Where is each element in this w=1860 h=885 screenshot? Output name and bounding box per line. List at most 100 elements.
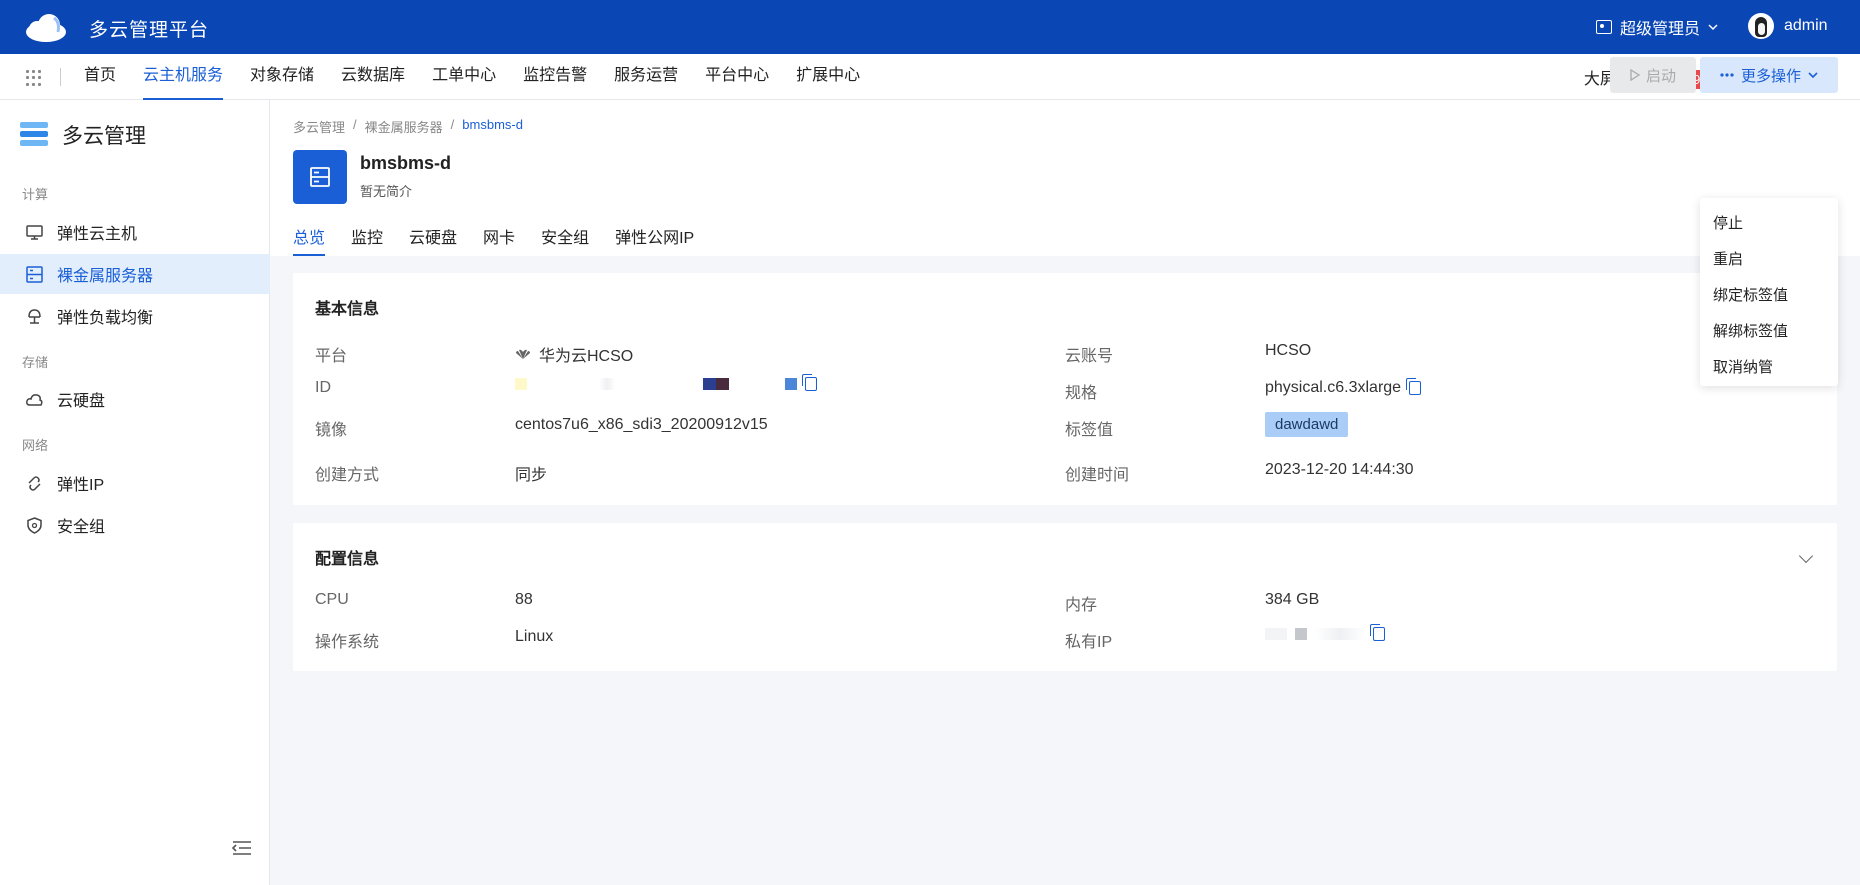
- breadcrumb-separator: /: [450, 117, 455, 132]
- collapse-chevron-icon[interactable]: [1798, 548, 1814, 564]
- start-button[interactable]: 启动: [1610, 57, 1696, 93]
- copy-icon[interactable]: [802, 374, 817, 391]
- user-menu[interactable]: admin: [1748, 13, 1828, 39]
- id-value-masked: [515, 374, 817, 391]
- nav-item-monitoring[interactable]: 监控告警: [523, 54, 587, 100]
- top-bar: 多云管理平台 超级管理员 admin: [0, 0, 1860, 54]
- tab-overview[interactable]: 总览: [293, 224, 326, 256]
- create-time-value: 2023-12-20 14:44:30: [1265, 461, 1414, 478]
- sidebar-item-label: 裸金属服务器: [57, 268, 154, 285]
- tag-chip: dawdawd: [1265, 412, 1349, 437]
- breadcrumb: 多云管理 / 裸金属服务器 / bmsbms-d: [293, 117, 523, 136]
- cpu-value: 88: [515, 591, 533, 608]
- redacted-block: [535, 378, 695, 390]
- platform-value: 华为云HCSO: [515, 342, 633, 366]
- nav-item-home[interactable]: 首页: [84, 54, 116, 100]
- menu-item-restart[interactable]: 重启: [1700, 242, 1838, 278]
- platform-text: 华为云HCSO: [539, 348, 634, 365]
- sidebar-item-sg[interactable]: 安全组: [0, 505, 270, 545]
- menu-item-bind-tag[interactable]: 绑定标签值: [1700, 278, 1838, 314]
- redacted-block: [1315, 628, 1365, 640]
- avatar: [1748, 13, 1774, 39]
- basic-info-card: 基本信息 平台 华为云HCSO 云账号 HCSO ID 规格 physical.…: [293, 273, 1837, 505]
- create-time-label: 创建时间: [1065, 467, 1130, 484]
- redacted-block: [703, 378, 729, 390]
- server-stack-icon: [20, 122, 48, 148]
- nav-item-platform-center[interactable]: 平台中心: [705, 54, 769, 100]
- more-actions-button[interactable]: 更多操作: [1700, 57, 1838, 93]
- id-label: ID: [315, 379, 331, 396]
- app-title: 多云管理平台: [89, 20, 210, 41]
- divider: [60, 68, 61, 86]
- memory-value: 384 GB: [1265, 591, 1320, 608]
- cpu-label: CPU: [315, 591, 349, 608]
- huawei-logo-icon: [516, 349, 530, 359]
- redacted-block: [785, 378, 797, 390]
- nav-item-operations[interactable]: 服务运营: [614, 54, 678, 100]
- sidebar-item-ecs[interactable]: 弹性云主机: [0, 212, 270, 252]
- nav-item-cloud-host[interactable]: 云主机服务: [143, 54, 224, 100]
- nav-item-ticket-center[interactable]: 工单中心: [432, 54, 496, 100]
- tab-security-group[interactable]: 安全组: [541, 224, 589, 256]
- card-title: 基本信息: [315, 301, 380, 318]
- sidebar-item-label: 弹性IP: [57, 477, 105, 494]
- os-label: 操作系统: [315, 634, 380, 651]
- id-card-icon: [1596, 20, 1612, 34]
- main-nav: 首页 云主机服务 对象存储 云数据库 工单中心 监控告警 服务运营 平台中心 扩…: [0, 54, 1860, 100]
- spec-value: physical.c6.3xlarge: [1265, 378, 1422, 397]
- app-grid-icon[interactable]: [26, 70, 42, 86]
- tab-elastic-ip[interactable]: 弹性公网IP: [615, 224, 694, 256]
- sidebar-title: 多云管理: [62, 125, 146, 148]
- tag-value: dawdawd: [1265, 412, 1349, 437]
- config-info-card: 配置信息 CPU 88 内存 384 GB 操作系统 Linux 私有IP: [293, 523, 1837, 671]
- sidebar-item-disk[interactable]: 云硬盘: [0, 379, 270, 419]
- tab-cloud-disk[interactable]: 云硬盘: [409, 224, 457, 256]
- redacted-block: [737, 378, 777, 390]
- breadcrumb-separator: /: [353, 117, 357, 132]
- redacted-block: [515, 378, 527, 390]
- nav-item-extension-center[interactable]: 扩展中心: [796, 54, 860, 100]
- private-ip-value-masked: [1265, 624, 1385, 641]
- link-icon: [28, 475, 41, 491]
- spec-label: 规格: [1065, 385, 1098, 402]
- tab-nic[interactable]: 网卡: [483, 224, 515, 256]
- breadcrumb-item[interactable]: 裸金属服务器: [365, 117, 443, 136]
- spec-text: physical.c6.3xlarge: [1265, 379, 1402, 396]
- more-actions-label: 更多操作: [1740, 67, 1801, 85]
- sidebar-item-elb[interactable]: 弹性负载均衡: [0, 296, 270, 336]
- resource-description: 暂无简介: [360, 184, 413, 199]
- server-icon: [293, 150, 347, 204]
- tab-monitoring[interactable]: 监控: [351, 224, 383, 256]
- menu-item-stop[interactable]: 停止: [1700, 206, 1838, 242]
- breadcrumb-current: bmsbms-d: [462, 117, 523, 132]
- more-actions-menu: 停止 重启 绑定标签值 解绑标签值 取消纳管: [1700, 198, 1838, 386]
- nav-item-cloud-database[interactable]: 云数据库: [341, 54, 405, 100]
- menu-item-unmanage[interactable]: 取消纳管: [1700, 350, 1838, 386]
- cloud-logo-icon: [26, 14, 66, 42]
- copy-icon[interactable]: [1370, 624, 1385, 641]
- role-label: 超级管理员: [1620, 21, 1701, 38]
- nav-item-object-storage[interactable]: 对象存储: [250, 54, 314, 100]
- tab-bar: 总览 监控 云硬盘 网卡 安全组 弹性公网IP: [293, 224, 694, 256]
- image-value: centos7u6_x86_sdi3_20200912v15: [515, 416, 768, 433]
- menu-item-unbind-tag[interactable]: 解绑标签值: [1700, 314, 1838, 350]
- collapse-sidebar-icon[interactable]: [232, 840, 252, 856]
- redacted-block: [1295, 628, 1307, 640]
- sidebar-item-label: 弹性云主机: [57, 226, 138, 243]
- memory-label: 内存: [1065, 597, 1098, 614]
- card-title: 配置信息: [315, 551, 380, 568]
- role-switcher[interactable]: 超级管理员: [1596, 15, 1718, 39]
- image-label: 镜像: [315, 422, 348, 439]
- breadcrumb-item[interactable]: 多云管理: [293, 117, 345, 136]
- sidebar-item-eip[interactable]: 弹性IP: [0, 463, 270, 503]
- copy-icon[interactable]: [1406, 378, 1422, 395]
- server-icon: [26, 265, 43, 283]
- resource-name: bmsbms-d: [360, 153, 452, 173]
- account-label: 云账号: [1065, 348, 1114, 365]
- resource-header: 多云管理 / 裸金属服务器 / bmsbms-d bmsbms-d 暂无简介 总…: [270, 100, 1860, 256]
- create-method-label: 创建方式: [315, 467, 380, 484]
- user-name: admin: [1784, 17, 1828, 34]
- sidebar-item-label: 弹性负载均衡: [57, 310, 154, 327]
- shield-icon: [27, 516, 42, 534]
- sidebar-item-bms[interactable]: 裸金属服务器: [0, 254, 270, 294]
